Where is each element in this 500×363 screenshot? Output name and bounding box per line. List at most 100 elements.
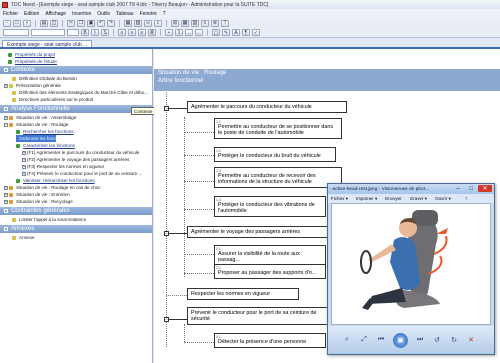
tree-item[interactable]: Rechercher les fonctions [16, 128, 74, 135]
zoom-icon[interactable]: ⊕ [211, 19, 219, 27]
image-icon[interactable]: ▨ [134, 19, 142, 27]
tree-item[interactable]: Propriétés du projet [8, 51, 55, 58]
previous-icon[interactable]: ⏮ [376, 335, 386, 345]
section-contexte[interactable]: Contexte [0, 66, 152, 74]
tree-icon[interactable]: ⊞ [171, 19, 179, 27]
tree-item[interactable]: Annexe [12, 234, 35, 241]
menu-edition[interactable]: Edition [24, 11, 39, 17]
tree-item[interactable]: + (F3) Respecter les normes en vigueur [22, 163, 104, 170]
find-icon[interactable]: ⌕ [154, 19, 162, 27]
function-f1-1[interactable]: 1.1 Permettre au conducteur de se positi… [214, 118, 342, 139]
table-icon[interactable]: ▦ [124, 19, 132, 27]
viewer-menu-envoyer[interactable]: Envoyer [385, 196, 402, 201]
font-select[interactable] [31, 29, 65, 36]
rotate-right-icon[interactable]: ↻ [449, 335, 459, 345]
tree-item[interactable]: + Situation de vie : Recyclage [4, 198, 73, 205]
tree-item[interactable]: − Situation de vie : Roulage [4, 121, 68, 128]
save-icon[interactable]: ▪ [23, 19, 31, 27]
bullets-icon[interactable]: • [165, 29, 173, 36]
function-f1-2[interactable]: 1.2 Protéger le conducteur du bruit du v… [214, 147, 336, 162]
function-f1-3[interactable]: 1.3 Permettre au conducteur de recevoir … [214, 167, 342, 188]
numbering-icon[interactable]: 1 [175, 29, 183, 36]
open-icon[interactable]: ▭ [13, 19, 21, 27]
undo-icon[interactable]: ↶ [97, 19, 105, 27]
tree-item[interactable]: Directives particulières sur le produit [12, 96, 93, 103]
spell-icon[interactable]: ✓ [252, 29, 260, 36]
copy-icon[interactable]: ❐ [77, 19, 85, 27]
zoom-icon[interactable]: ⌕ [342, 335, 352, 345]
tree-item-selected[interactable]: Ordonner les fonctions [16, 135, 65, 142]
function-f4-1[interactable]: 4.1 Détecter la présence d'une personne [214, 333, 326, 348]
fit-window-icon[interactable]: ⤢ [359, 335, 369, 345]
next-icon[interactable]: ⏭ [415, 335, 425, 345]
underline-icon[interactable]: S [101, 29, 109, 36]
minimize-icon[interactable]: – [452, 185, 464, 192]
function-f3[interactable]: Respecter les normes en vigueur [187, 288, 299, 300]
pilcrow-icon[interactable]: ¶ [242, 29, 250, 36]
align-left-icon[interactable]: ≡ [118, 29, 126, 36]
function-f2[interactable]: Agrémenter le voyage des passagers arriè… [187, 226, 332, 238]
tree-item[interactable]: + (F2) Agrémenter le voyage des passager… [22, 156, 129, 163]
close-icon[interactable]: ✕ [478, 185, 492, 192]
highlight-icon[interactable]: ✎ [222, 29, 230, 36]
delete-icon[interactable]: ✕ [466, 335, 476, 345]
tree-item[interactable]: + Présentation générale [4, 82, 61, 89]
tree-item[interactable]: Limiter l'appel à la sous-traitance [12, 216, 86, 223]
tree-item[interactable]: + Situation de vie : Assemblage [4, 114, 76, 121]
menu-insertion[interactable]: Insertion [72, 11, 91, 17]
viewer-menu-fichier[interactable]: Fichier ▾ [331, 196, 348, 202]
size-select[interactable] [67, 29, 79, 36]
new-icon[interactable]: ▫ [3, 19, 11, 27]
menu-fenetre[interactable]: Fenetre [140, 11, 157, 17]
viewer-menu-ouvrir[interactable]: Ouvrir ▾ [435, 196, 451, 202]
section-annexes[interactable]: Annexes [0, 225, 152, 233]
preview-icon[interactable]: ◫ [50, 19, 58, 27]
paste-icon[interactable]: ▣ [87, 19, 95, 27]
tree-item[interactable]: Caractériser les fonctions [16, 142, 75, 149]
slideshow-icon[interactable]: ▣ [393, 332, 408, 348]
menu-tableau[interactable]: Tableau [116, 11, 134, 17]
tree-item[interactable]: + (F4) Prévenir le conducteur pour le po… [22, 170, 142, 177]
tree-item[interactable]: Définition Globale du Besoin [12, 75, 77, 82]
grid-icon[interactable]: ▦ [181, 19, 189, 27]
viewer-menu-graver[interactable]: Graver ▾ [410, 196, 427, 202]
menu-fichier[interactable]: Fichier [3, 11, 18, 17]
menu-outils[interactable]: Outils [97, 11, 110, 17]
border-icon[interactable]: ▢ [212, 29, 220, 36]
link-icon[interactable]: ∞ [144, 19, 152, 27]
tree-item[interactable]: + Situation de vie : Roulage en cas de c… [4, 184, 101, 191]
justify-icon[interactable]: ≣ [148, 29, 156, 36]
tree-item[interactable]: + (F1) Agrémenter le parcours du conduct… [22, 149, 139, 156]
align-right-icon[interactable]: ≡ [138, 29, 146, 36]
style-select[interactable] [3, 29, 29, 36]
viewer-menu-imprimer[interactable]: Imprimer ▾ [356, 196, 377, 202]
redo-icon[interactable]: ↷ [107, 19, 115, 27]
indent-icon[interactable]: → [185, 29, 193, 36]
function-f1-4[interactable]: 1.4 Protéger le conducteur des vibration… [214, 196, 326, 217]
align-center-icon[interactable]: ≡ [128, 29, 136, 36]
function-f1[interactable]: Agrémenter le parcours du conducteur du … [187, 101, 347, 113]
help-icon[interactable]: ? [221, 19, 229, 27]
menu-help[interactable]: ? [163, 11, 166, 17]
cut-icon[interactable]: ✂ [67, 19, 75, 27]
outdent-icon[interactable]: ← [195, 29, 203, 36]
viewer-help-icon[interactable]: ? [465, 196, 468, 201]
function-f4[interactable]: Prévenir le conducteur pour le port de s… [187, 307, 332, 325]
print-icon[interactable]: ▤ [40, 19, 48, 27]
bold-icon[interactable]: B [81, 29, 89, 36]
function-f2-2[interactable]: 2.2 Proposer au passager des supports d'… [214, 264, 326, 279]
viewer-title-bar[interactable]: -active-head-rest.jpeg - Visionneuse de … [328, 184, 494, 194]
rotate-left-icon[interactable]: ↺ [432, 335, 442, 345]
tree-item[interactable]: + Situation de vie : Entretien [4, 191, 70, 198]
chart-icon[interactable]: ▥ [191, 19, 199, 27]
italic-icon[interactable]: I [91, 29, 99, 36]
tree-item[interactable]: Définition des éléments stratégiques du … [12, 89, 148, 96]
section-contraintes[interactable]: Contraintes générales [0, 207, 152, 215]
tree-item[interactable]: Propriétés de l'étude [8, 58, 57, 65]
font-color-icon[interactable]: A [232, 29, 240, 36]
menu-affichage[interactable]: Affichage [45, 11, 66, 17]
function-f2-1[interactable]: 2.1 Assurer la visibilité de la route au… [214, 245, 326, 266]
maximize-icon[interactable]: □ [465, 185, 477, 192]
list-icon[interactable]: ≡ [201, 19, 209, 27]
tree-item[interactable]: Valoriser, Hiérarchiser les fonctions [16, 177, 95, 184]
